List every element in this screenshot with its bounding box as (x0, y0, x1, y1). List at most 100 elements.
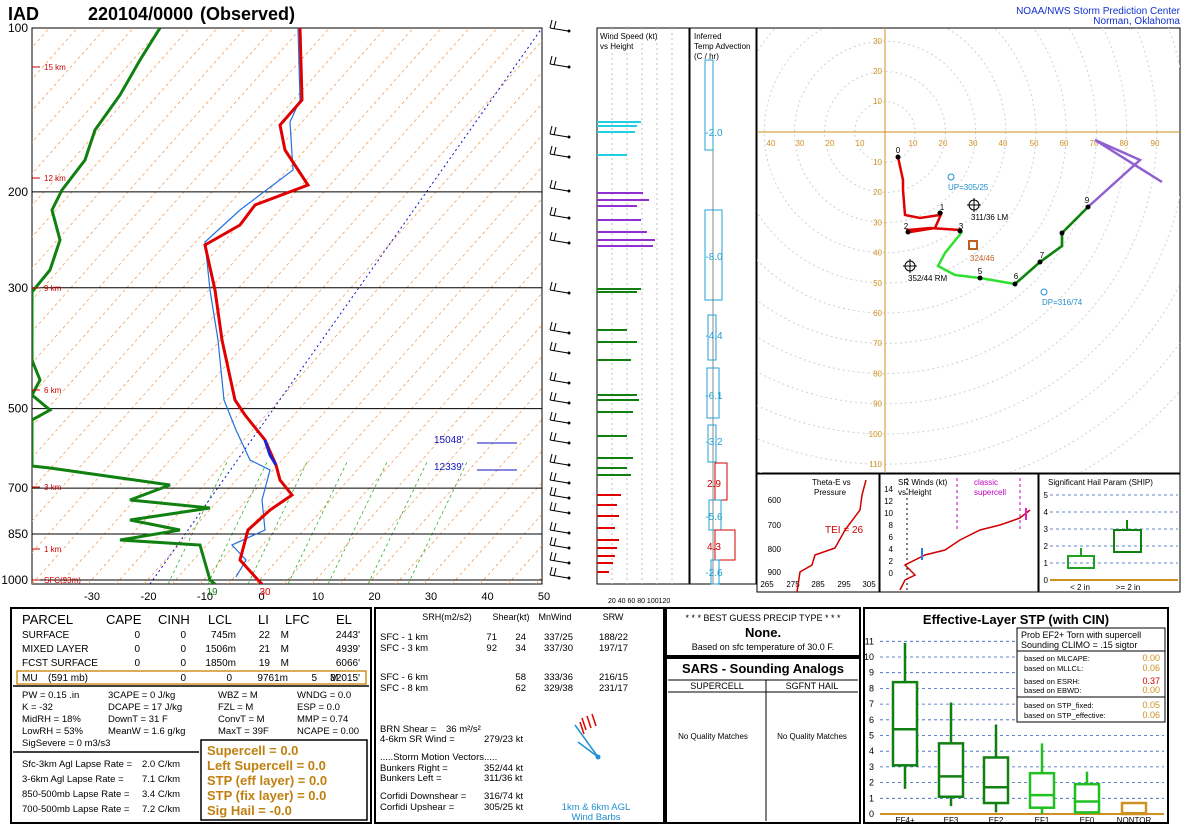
wind-barb-feather (549, 371, 553, 381)
hodo-y-label: 10 (873, 97, 882, 106)
ws-title2: vs Height (600, 42, 634, 51)
hodo-point (1059, 230, 1065, 236)
theta-x-label: 295 (837, 580, 851, 589)
wind-barb-feather (549, 551, 553, 561)
parcel-cell: MU (22, 673, 38, 684)
ship-y-label: 4 (1044, 508, 1049, 517)
kin-cell: 197/17 (599, 643, 628, 654)
sfc-temp-label: 30 (259, 587, 271, 598)
stp-y-label: 6 (869, 715, 874, 725)
srw-y-label: 10 (884, 509, 893, 518)
height-label: 1 km (44, 545, 62, 554)
lapse-label: 850-500mb Lapse Rate = (22, 789, 130, 800)
parcel-cell: 21 (259, 644, 271, 655)
temp-advection-panel: Inferred Temp Advection (C / hr) -2.0-8.… (689, 27, 757, 585)
temp-label: 20 (368, 591, 380, 603)
index-value: MaxT = 39F (218, 726, 269, 737)
hodo-y-label: 70 (873, 339, 882, 348)
wind-barb-dot (567, 441, 571, 445)
wind-barb-feather (549, 501, 553, 511)
kin-header: Shear(kt) (492, 612, 529, 622)
wind-barb-feather (549, 231, 553, 241)
sr-winds-panel: SR Winds (kt) vs Height classic supercel… (879, 473, 1039, 593)
ship-y-label: 3 (1044, 525, 1049, 534)
wind-barb-feather (553, 322, 557, 332)
ws-axis: 20 40 60 80 100120 (608, 598, 670, 605)
wind-barb-feather (549, 486, 553, 496)
parcel-cell: 0 (180, 644, 186, 655)
kin-cell: 188/22 (599, 632, 628, 643)
index-value: MMP = 0.74 (297, 714, 348, 725)
hodo-x-label: 80 (1120, 139, 1129, 148)
composite-param: Left Supercell = 0.0 (207, 758, 326, 773)
wind-barb-feather (549, 536, 553, 546)
ship-y-label: 2 (1044, 542, 1049, 551)
parcel-cell: 32015' (330, 673, 360, 684)
wind-barb-feather (553, 20, 557, 30)
sars-nomatch1: No Quality Matches (678, 732, 748, 741)
stp-based-label: based on EBWD: (1024, 686, 1082, 695)
wind-barb-feather (553, 232, 557, 242)
theta-y-label: 700 (768, 521, 782, 530)
index-value: DownT = 31 F (108, 714, 168, 725)
hodo-y-label: 100 (869, 430, 883, 439)
wind-speed-panel: Wind Speed (kt) vs Height 20 40 60 80 10… (596, 27, 690, 605)
ship-y-label: 1 (1044, 559, 1049, 568)
stp-title: Effective-Layer STP (with CIN) (923, 612, 1109, 627)
wind-barb-dot (567, 496, 571, 500)
parcel-header: EL (336, 612, 352, 627)
pressure-label: 100 (8, 21, 28, 35)
stp-based-value: 0.06 (1142, 710, 1160, 720)
index-value: ConvT = M (218, 714, 265, 725)
wind-barb-shaft (549, 27, 569, 32)
hodo-point-label: 7 (1040, 251, 1045, 260)
stp-based-value: 0.00 (1142, 653, 1160, 663)
lm-label: 311/36 LM (971, 213, 1009, 222)
wind-barb-feather (549, 431, 553, 441)
wind-barb-column (549, 19, 571, 580)
hodo-x-label: 60 (1060, 139, 1069, 148)
datetime: 220104/0000 (88, 4, 193, 24)
parcel-cell: 6066' (336, 658, 360, 669)
upshear-label: UP=305/25 (948, 183, 989, 192)
parcel-header: PARCEL (22, 612, 73, 627)
stp-y-label: 1 (869, 793, 874, 803)
srw-y-label: 2 (889, 557, 894, 566)
parcel-cell: M (281, 644, 289, 655)
index-value: 3CAPE = 0 J/kg (108, 690, 175, 701)
hodo-x-label: 30 (969, 139, 978, 148)
theta-y-label: 900 (768, 568, 782, 577)
hodo-y-label: 30 (873, 37, 882, 46)
kin-value: 316/74 kt (484, 791, 523, 802)
stp-based-label: based on ESRH: (1024, 677, 1080, 686)
parcel-header: CINH (158, 612, 190, 627)
wind-barb-dot (567, 65, 571, 69)
wind-barb-dot (567, 291, 571, 295)
theta-title1: Theta-E vs (812, 478, 851, 487)
wind-barb-feather (553, 126, 557, 136)
downshear-label: DP=316/74 (1042, 298, 1083, 307)
hodo-y-label: 90 (873, 400, 882, 409)
wind-barb-feather (553, 522, 557, 532)
wind-barb-shaft (549, 379, 569, 384)
srw-y-label: 8 (889, 521, 894, 530)
wind-barb-shaft (549, 479, 569, 484)
stp-box (982, 756, 1010, 805)
wind-barb-shaft (549, 419, 569, 424)
parcel-cell: 0 (134, 644, 140, 655)
wind-barb-shaft (549, 559, 569, 564)
wind-barb-shaft (549, 214, 569, 219)
index-value: PW = 0.15 .in (22, 690, 79, 701)
wind-barb-feather (549, 179, 553, 189)
composite-param: STP (fix layer) = 0.0 (207, 788, 326, 803)
height-label: 9 km (44, 284, 62, 293)
wind-barb-shaft (549, 133, 569, 138)
wind-barb-shaft (549, 349, 569, 354)
wind-barb-feather (553, 342, 557, 352)
lapse-value: 7.2 C/km (142, 804, 180, 815)
wind-barb-shaft (549, 239, 569, 244)
lapse-label: 700-500mb Lapse Rate = (22, 804, 130, 815)
wind-barb-feather (549, 55, 553, 65)
hodo-x-label: 50 (1030, 139, 1039, 148)
hodo-y-label: 110 (869, 460, 882, 469)
